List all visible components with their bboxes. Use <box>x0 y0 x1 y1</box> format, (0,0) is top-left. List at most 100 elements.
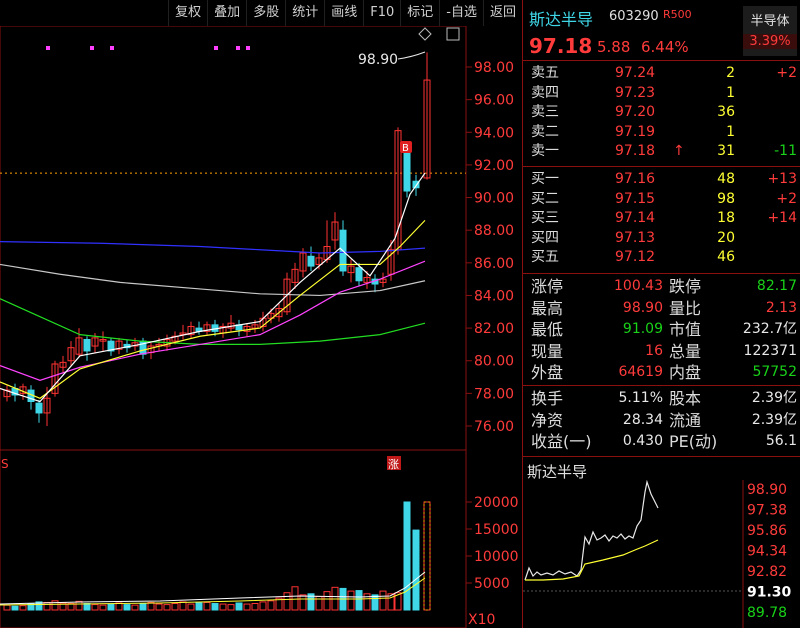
volume-bar <box>155 603 163 611</box>
bid-row: 买五 97.12 46 <box>523 248 800 267</box>
signal-dot <box>214 46 218 50</box>
volume-bar <box>347 590 355 611</box>
stat-label: 内盘 <box>669 363 702 383</box>
ask-row: 卖二 97.19 1 <box>523 123 800 142</box>
volume-bar <box>211 603 219 611</box>
quote-panel: 斯达半导 603290 R500 97.18 5.88 6.44% 半导体 3.… <box>522 0 800 628</box>
level-label: 买二 <box>531 190 559 207</box>
stat-label: 涨停 <box>531 277 564 296</box>
fund-row: 换手 5.11% 股本 2.39亿 <box>523 389 800 408</box>
down-candle <box>83 339 91 352</box>
price-axis-label: 86.00 <box>474 256 514 272</box>
fund-label: 流通 <box>669 410 702 430</box>
level-price: 97.18 <box>615 143 656 160</box>
volume-axis-label: 5000 <box>474 576 510 592</box>
level-volume: 36 <box>717 104 735 121</box>
stat-value: 122371 <box>743 342 797 359</box>
volume-bar <box>83 603 91 611</box>
bid-row: 买三 97.14 18 +14 <box>523 209 800 228</box>
kline-chart[interactable]: 98.00 96.00 94.00 92.00 90.00 88.00 86.00 84.00… <box>0 26 522 628</box>
sector-badge[interactable]: 半导体 3.39% <box>743 6 797 56</box>
toolbar-btn-4[interactable]: 画线 <box>324 0 363 26</box>
volume-bar <box>99 604 107 611</box>
chart-toolbar: 复权 叠加 多股 统计 画线 F10 标记 -自选 返回 <box>0 0 522 26</box>
volume-bar <box>412 529 420 611</box>
volume-bar <box>251 603 259 611</box>
toolbar-btn-0[interactable]: 复权 <box>168 0 207 26</box>
stat-value: 2.13 <box>765 299 797 316</box>
level-price: 97.19 <box>615 123 656 140</box>
level-label: 卖五 <box>531 65 559 81</box>
volume-bar <box>219 603 227 611</box>
fund-label: 股本 <box>669 389 702 408</box>
fund-value: 2.39亿 <box>751 390 797 406</box>
bid-row: 买二 97.15 98 +2 <box>523 190 800 209</box>
bid-row: 买一 97.16 48 +13 <box>523 170 800 189</box>
buy-signal-label: B <box>402 143 409 154</box>
volume-bar <box>179 601 187 611</box>
level-volume: 1 <box>726 123 735 140</box>
level-price: 97.15 <box>615 190 656 207</box>
diamond-icon <box>418 27 432 41</box>
stat-value: 98.90 <box>622 299 663 316</box>
toolbar-btn-6[interactable]: 标记 <box>400 0 439 26</box>
high-marker-arrow <box>397 51 426 60</box>
stat-row: 外盘 64619 内盘 57752 <box>523 363 800 382</box>
volume-bar <box>131 604 139 611</box>
volume-bar <box>195 602 203 611</box>
mini-axis-label: 98.90 <box>747 482 787 498</box>
volume-bar <box>171 603 179 611</box>
mini-axis-label: 95.86 <box>747 523 787 539</box>
volume-bar <box>3 604 11 611</box>
mini-axis-label: 92.82 <box>747 564 787 580</box>
intraday-mini-chart[interactable]: 98.90 97.38 95.86 94.34 92.82 91.30 89.78 <box>523 480 800 628</box>
price-change: 5.88 <box>597 38 631 56</box>
level-price: 97.24 <box>615 65 656 81</box>
toolbar-btn-2[interactable]: 多股 <box>246 0 285 26</box>
toolbar-btn-5[interactable]: F10 <box>363 0 400 26</box>
volume-bar <box>291 586 299 611</box>
level-change: -11 <box>774 143 797 160</box>
chart-frame <box>0 26 467 628</box>
level-label: 卖三 <box>531 104 559 121</box>
fund-row: 收益(一) 0.430 PE(动) 56.1 <box>523 432 800 451</box>
level-volume: 98 <box>717 190 735 207</box>
stat-value: 64619 <box>618 364 663 381</box>
price-axis-label: 88.00 <box>474 223 514 239</box>
ask-row: 卖三 97.20 36 <box>523 103 800 122</box>
price-axis-label: 98.00 <box>474 60 514 76</box>
toolbar-btn-3[interactable]: 统计 <box>285 0 324 26</box>
volume-bar <box>299 594 307 611</box>
stat-value: 100.43 <box>614 278 663 294</box>
mini-axis-label: 91.30 <box>747 585 792 601</box>
fund-label: PE(动) <box>669 432 718 452</box>
volume-bar <box>11 605 19 611</box>
level-volume: 2 <box>726 65 735 81</box>
stat-value: 91.09 <box>622 321 663 338</box>
volume-axis-label: 15000 <box>474 522 519 538</box>
toolbar-btn-1[interactable]: 叠加 <box>207 0 246 26</box>
toolbar-btn-7[interactable]: -自选 <box>439 0 483 26</box>
fund-value: 2.39亿 <box>751 411 797 428</box>
volume-bar <box>403 501 411 611</box>
volume-bar <box>163 604 171 611</box>
level-price: 97.16 <box>615 171 656 187</box>
stat-row: 涨停 100.43 跌停 82.17 <box>523 277 800 296</box>
index-tag: R500 <box>663 8 692 21</box>
volume-bar <box>267 600 275 611</box>
fund-value: 5.11% <box>618 390 663 406</box>
stat-value: 16 <box>645 342 663 359</box>
toolbar-btn-8[interactable]: 返回 <box>482 0 522 26</box>
bid-row: 买四 97.13 20 <box>523 229 800 248</box>
stock-name: 斯达半导 <box>529 10 594 29</box>
level-price: 97.13 <box>615 229 656 246</box>
signal-dot <box>110 46 114 50</box>
stat-value: 57752 <box>752 364 797 381</box>
mini-axis-label: 94.34 <box>747 544 787 560</box>
mini-axis-label: 89.78 <box>747 605 787 621</box>
volume-bar <box>123 604 131 611</box>
level-volume: 46 <box>717 249 735 266</box>
volume-bar <box>259 601 267 611</box>
down-candle <box>307 255 315 267</box>
volume-bar <box>139 603 147 611</box>
